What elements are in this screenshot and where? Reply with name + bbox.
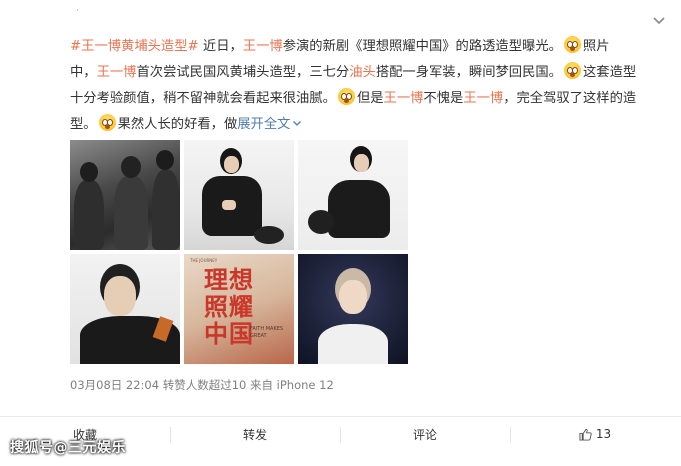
chevron-down-icon[interactable]	[651, 12, 667, 28]
photo-1[interactable]	[70, 140, 180, 250]
post-text: #王一博黄埔头造型# 近日，王一博参演的新剧《理想照耀中国》的路透造型曝光。 照片…	[70, 34, 674, 138]
mention-name: 王一博	[242, 39, 283, 54]
post-meta: 03月08日 22:04 转赞人数超过10 来自 iPhone 12	[70, 378, 334, 392]
mention-name: 王一博	[96, 65, 137, 80]
flushed-face-icon	[337, 88, 355, 105]
flushed-face-icon	[563, 62, 581, 79]
post-line-4: 型。 果然人长的好看，做展开全文	[70, 112, 674, 138]
photo-6[interactable]	[298, 254, 408, 364]
thumbs-up-icon	[579, 428, 592, 441]
photo-2[interactable]	[184, 140, 294, 250]
comment-button[interactable]: 评论	[340, 417, 510, 451]
like-count: 13	[595, 427, 612, 441]
photo-4[interactable]	[70, 254, 180, 364]
watermark: 搜狐号@三元娱乐	[10, 440, 126, 456]
top-marker: ·	[76, 6, 79, 16]
chevron-down-icon	[292, 112, 302, 126]
hashtag-link[interactable]: #王一博黄埔头造型#	[70, 39, 199, 54]
weibo-post-card: · #王一博黄埔头造型# 近日，王一博参演的新剧《理想照耀中国》的路透造型曝光。…	[0, 0, 681, 466]
post-line-2: 中，王一博首次尝试民国风黄埔头造型，三七分油头搭配一身军装，瞬间梦回民国。 这套造…	[70, 60, 674, 86]
photo-3[interactable]	[298, 140, 408, 250]
post-line-3: 十分考验颜值，稍不留神就会看起来很油腻。 但是王一博不愧是王一博，完全驾驭了这样的…	[70, 86, 674, 112]
poster-image[interactable]: THE JOURNEY 理想 照耀 中国 FAITH MAKES GREAT	[184, 254, 294, 364]
keyword-link[interactable]: 油头	[349, 65, 376, 80]
flushed-face-icon	[98, 114, 116, 131]
expand-full-text-link[interactable]: 展开全文	[237, 117, 302, 132]
post-line-1: #王一博黄埔头造型# 近日，王一博参演的新剧《理想照耀中国》的路透造型曝光。 照片	[70, 34, 674, 60]
poster-title: 理想 照耀 中国	[204, 265, 254, 348]
flushed-face-icon	[563, 36, 581, 53]
mention-name: 王一博	[383, 91, 424, 106]
like-button[interactable]: 13	[510, 417, 680, 451]
repost-button[interactable]: 转发	[170, 417, 340, 451]
mention-name: 王一博	[463, 91, 504, 106]
